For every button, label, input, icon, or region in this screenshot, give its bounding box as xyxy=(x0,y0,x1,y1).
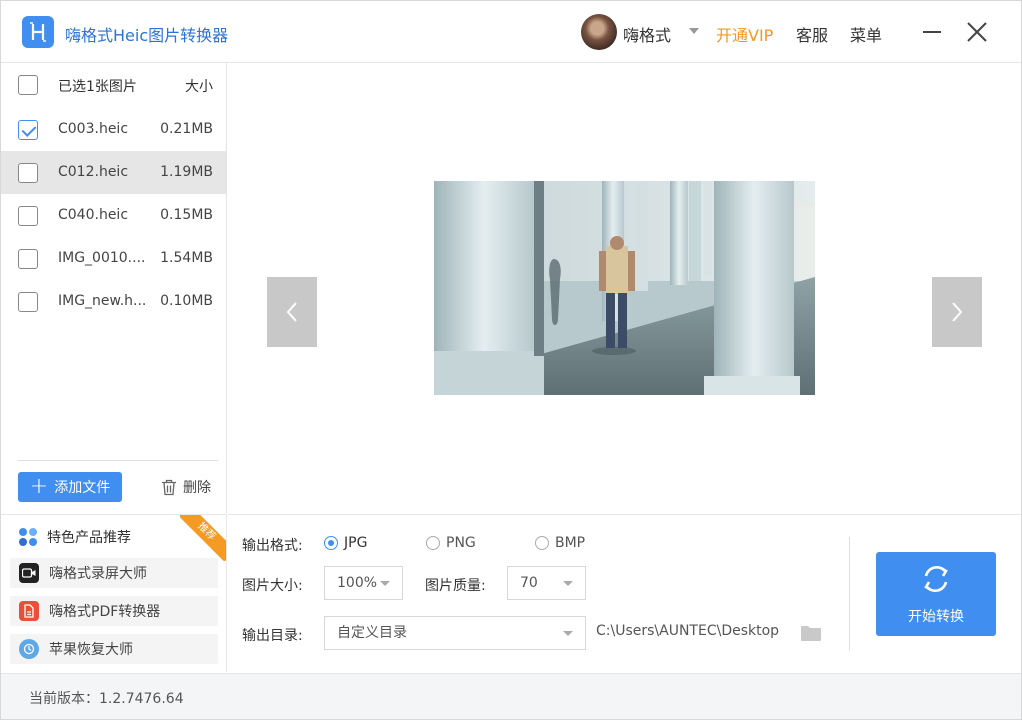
add-file-label: 添加文件 xyxy=(54,480,111,496)
format-radio-png[interactable]: PNG xyxy=(426,535,476,551)
image-quality-select[interactable]: 70 xyxy=(507,566,586,600)
screen-recorder-icon xyxy=(19,563,39,583)
add-file-button[interactable]: + 添加文件 xyxy=(18,472,122,502)
recommend-panel: 特色产品推荐 推荐 嗨格式录屏大师 嗨格式PDF转换器 苹果恢复大师 xyxy=(1,514,227,672)
file-name: C003.heic xyxy=(58,121,129,137)
file-name: C040.heic xyxy=(58,207,129,223)
radio-dot xyxy=(324,536,338,550)
image-size-select[interactable]: 100% xyxy=(324,566,403,600)
recommend-item-label: 苹果恢复大师 xyxy=(49,642,133,658)
recommend-item-label: 嗨格式录屏大师 xyxy=(49,566,147,582)
chevron-down-icon xyxy=(380,581,390,586)
trash-icon xyxy=(162,479,176,495)
divider xyxy=(18,460,218,461)
plus-icon: + xyxy=(29,474,49,499)
close-icon[interactable] xyxy=(965,20,989,44)
recommend-item-screen-recorder[interactable]: 嗨格式录屏大师 xyxy=(10,558,218,588)
minimize-icon[interactable] xyxy=(923,23,943,41)
image-size-value: 100% xyxy=(337,575,378,591)
file-checkbox[interactable] xyxy=(18,163,38,183)
pdf-converter-icon xyxy=(19,601,39,621)
list-item[interactable]: C040.heic 0.15MB xyxy=(1,194,226,237)
file-size: 1.54MB xyxy=(160,250,213,266)
selected-count: 已选1张图片 xyxy=(58,79,137,95)
previous-image-button[interactable] xyxy=(267,277,317,347)
recommend-badge: 推荐 xyxy=(180,515,226,561)
settings-panel: 输出格式: JPG PNG BMP 图片大小: 100% 图片质量: 70 输出… xyxy=(228,514,1021,672)
service-link[interactable]: 客服 xyxy=(796,22,828,46)
title-bar: 嗨格式Heic图片转换器 嗨格式 开通VIP 客服 菜单 xyxy=(1,1,1021,63)
preview-image xyxy=(434,181,815,395)
recommend-item-pdf-converter[interactable]: 嗨格式PDF转换器 xyxy=(10,596,218,626)
image-quality-value: 70 xyxy=(520,575,538,591)
list-item[interactable]: IMG_new.h... 0.10MB xyxy=(1,280,226,323)
recommend-item-label: 嗨格式PDF转换器 xyxy=(49,604,161,620)
radio-dot xyxy=(535,536,549,550)
app-window: 嗨格式Heic图片转换器 嗨格式 开通VIP 客服 菜单 已选1张图片 大小 C… xyxy=(0,0,1022,720)
file-checkbox[interactable] xyxy=(18,120,38,140)
app-logo-icon xyxy=(22,16,54,48)
chevron-down-icon[interactable] xyxy=(689,28,699,34)
divider xyxy=(849,537,850,651)
status-bar: 当前版本：1.2.7476.64 xyxy=(1,673,1021,719)
file-size: 0.15MB xyxy=(160,207,213,223)
select-all-checkbox[interactable] xyxy=(18,75,38,95)
file-name: C012.heic xyxy=(58,164,129,180)
recommend-item-apple-recovery[interactable]: 苹果恢复大师 xyxy=(10,634,218,664)
output-dir-label: 输出目录: xyxy=(242,628,303,644)
file-name: IMG_0010.... xyxy=(58,250,146,266)
file-checkbox[interactable] xyxy=(18,249,38,269)
file-size: 0.10MB xyxy=(160,293,213,309)
preview-area xyxy=(228,63,1021,513)
delete-button[interactable]: 删除 xyxy=(161,477,211,497)
start-convert-button[interactable]: 开始转换 xyxy=(876,552,996,636)
vip-link[interactable]: 开通VIP xyxy=(716,22,773,46)
recommend-title-label: 特色产品推荐 xyxy=(47,530,131,546)
recommend-title: 特色产品推荐 xyxy=(18,527,131,547)
version-text: 当前版本：1.2.7476.64 xyxy=(29,691,184,707)
chevron-left-icon xyxy=(286,302,297,322)
refresh-icon xyxy=(924,566,948,592)
format-radio-jpg[interactable]: JPG xyxy=(324,535,367,551)
delete-label: 删除 xyxy=(183,480,211,496)
image-size-label: 图片大小: xyxy=(242,578,303,594)
next-image-button[interactable] xyxy=(932,277,982,347)
apps-icon xyxy=(19,528,37,546)
file-size: 0.21MB xyxy=(160,121,213,137)
file-size: 1.19MB xyxy=(160,164,213,180)
folder-icon[interactable] xyxy=(801,625,821,641)
menu-button[interactable]: 菜单 xyxy=(850,22,882,46)
list-item[interactable]: C003.heic 0.21MB xyxy=(1,108,226,151)
list-item[interactable]: IMG_0010.... 1.54MB xyxy=(1,237,226,280)
list-item[interactable]: C012.heic 1.19MB xyxy=(1,151,226,194)
file-checkbox[interactable] xyxy=(18,206,38,226)
chevron-down-icon xyxy=(563,581,573,586)
file-checkbox[interactable] xyxy=(18,292,38,312)
app-title: 嗨格式Heic图片转换器 xyxy=(65,26,229,45)
apple-recovery-icon xyxy=(19,639,39,659)
output-format-label: 输出格式: xyxy=(242,538,303,554)
file-list-header: 已选1张图片 大小 xyxy=(1,63,226,106)
output-dir-select[interactable]: 自定义目录 xyxy=(324,616,586,650)
output-dir-value: 自定义目录 xyxy=(337,625,407,641)
file-list-panel: 已选1张图片 大小 C003.heic 0.21MB C012.heic 1.1… xyxy=(1,63,227,513)
start-convert-label: 开始转换 xyxy=(908,609,964,625)
output-path: C:\Users\AUNTEC\Desktop xyxy=(596,623,780,639)
radio-dot xyxy=(426,536,440,550)
file-name: IMG_new.h... xyxy=(58,293,147,309)
chevron-down-icon xyxy=(563,631,573,636)
user-avatar[interactable] xyxy=(581,14,617,50)
format-radio-bmp[interactable]: BMP xyxy=(535,535,585,551)
username[interactable]: 嗨格式 xyxy=(623,22,671,46)
image-quality-label: 图片质量: xyxy=(425,578,486,594)
chevron-right-icon xyxy=(952,302,963,322)
size-column-header: 大小 xyxy=(185,79,213,95)
